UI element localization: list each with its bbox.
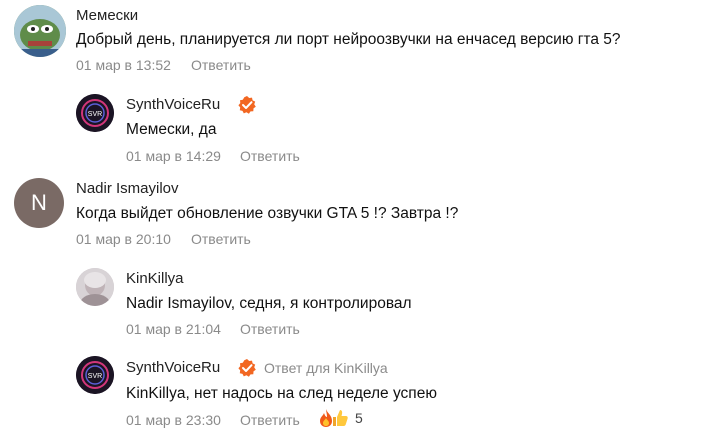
user-photo-icon	[76, 268, 114, 306]
verified-badge-icon	[238, 96, 256, 114]
comment-time: 01 мар в 14:29	[126, 148, 221, 164]
comment-nadir: N Nadir Ismayilov Когда выйдет обновлени…	[0, 172, 709, 252]
reply-button[interactable]: Ответить	[240, 321, 300, 337]
verified-badge-icon	[238, 359, 256, 377]
comment-text: Добрый день, планируется ли порт нейрооз…	[76, 31, 621, 48]
comment-author[interactable]: SynthVoiceRu	[126, 359, 220, 376]
comment-text: Мемески, да	[126, 121, 217, 138]
reaction-count: 5	[355, 410, 363, 426]
avatar[interactable]: N	[14, 178, 64, 228]
comment-time: 01 мар в 21:04	[126, 321, 221, 337]
reply-to-label[interactable]: Ответ для KinKillya	[264, 360, 388, 376]
comment-author[interactable]: KinKillya	[126, 270, 184, 287]
comment-text: KinKillya, нет надось на след неделе усп…	[126, 385, 437, 402]
comment-synthvoiceru-1: SVR SynthVoiceRu Мемески, да 01 мар в 14…	[0, 88, 709, 168]
comment-author[interactable]: Nadir Ismayilov	[76, 180, 179, 197]
frog-avatar-icon	[14, 5, 66, 57]
reply-button[interactable]: Ответить	[191, 231, 251, 247]
avatar[interactable]	[76, 268, 114, 306]
comment-text: Nadir Ismayilov, седня, я контролировал	[126, 295, 412, 312]
avatar[interactable]: SVR	[76, 356, 114, 394]
thumbs-up-icon	[333, 410, 348, 426]
comment-time: 01 мар в 23:30	[126, 412, 221, 428]
avatar-letter: N	[31, 190, 47, 215]
comment-author[interactable]: SynthVoiceRu	[126, 96, 220, 113]
avatar[interactable]	[14, 5, 66, 57]
synthvoice-logo-icon: SVR	[76, 94, 114, 132]
avatar[interactable]: SVR	[76, 94, 114, 132]
reactions[interactable]: 5	[318, 408, 363, 428]
svg-text:SVR: SVR	[88, 111, 102, 118]
reply-button[interactable]: Ответить	[240, 412, 300, 428]
comment-text: Когда выйдет обновление озвучки GTA 5 !?…	[76, 205, 459, 222]
comment-time: 01 мар в 20:10	[76, 231, 171, 247]
synthvoice-logo-icon: SVR	[76, 356, 114, 394]
reply-button[interactable]: Ответить	[191, 57, 251, 73]
comment-author[interactable]: Мемески	[76, 7, 138, 24]
reply-button[interactable]: Ответить	[240, 148, 300, 164]
comment-time: 01 мар в 13:52	[76, 57, 171, 73]
comment-memeski: Мемески Добрый день, планируется ли порт…	[0, 0, 709, 80]
svg-text:SVR: SVR	[88, 373, 102, 380]
comment-kinkillya: KinKillya Nadir Ismayilov, седня, я конт…	[0, 262, 709, 342]
comment-synthvoiceru-2: SVR SynthVoiceRu Ответ для KinKillya Kin…	[0, 350, 709, 434]
